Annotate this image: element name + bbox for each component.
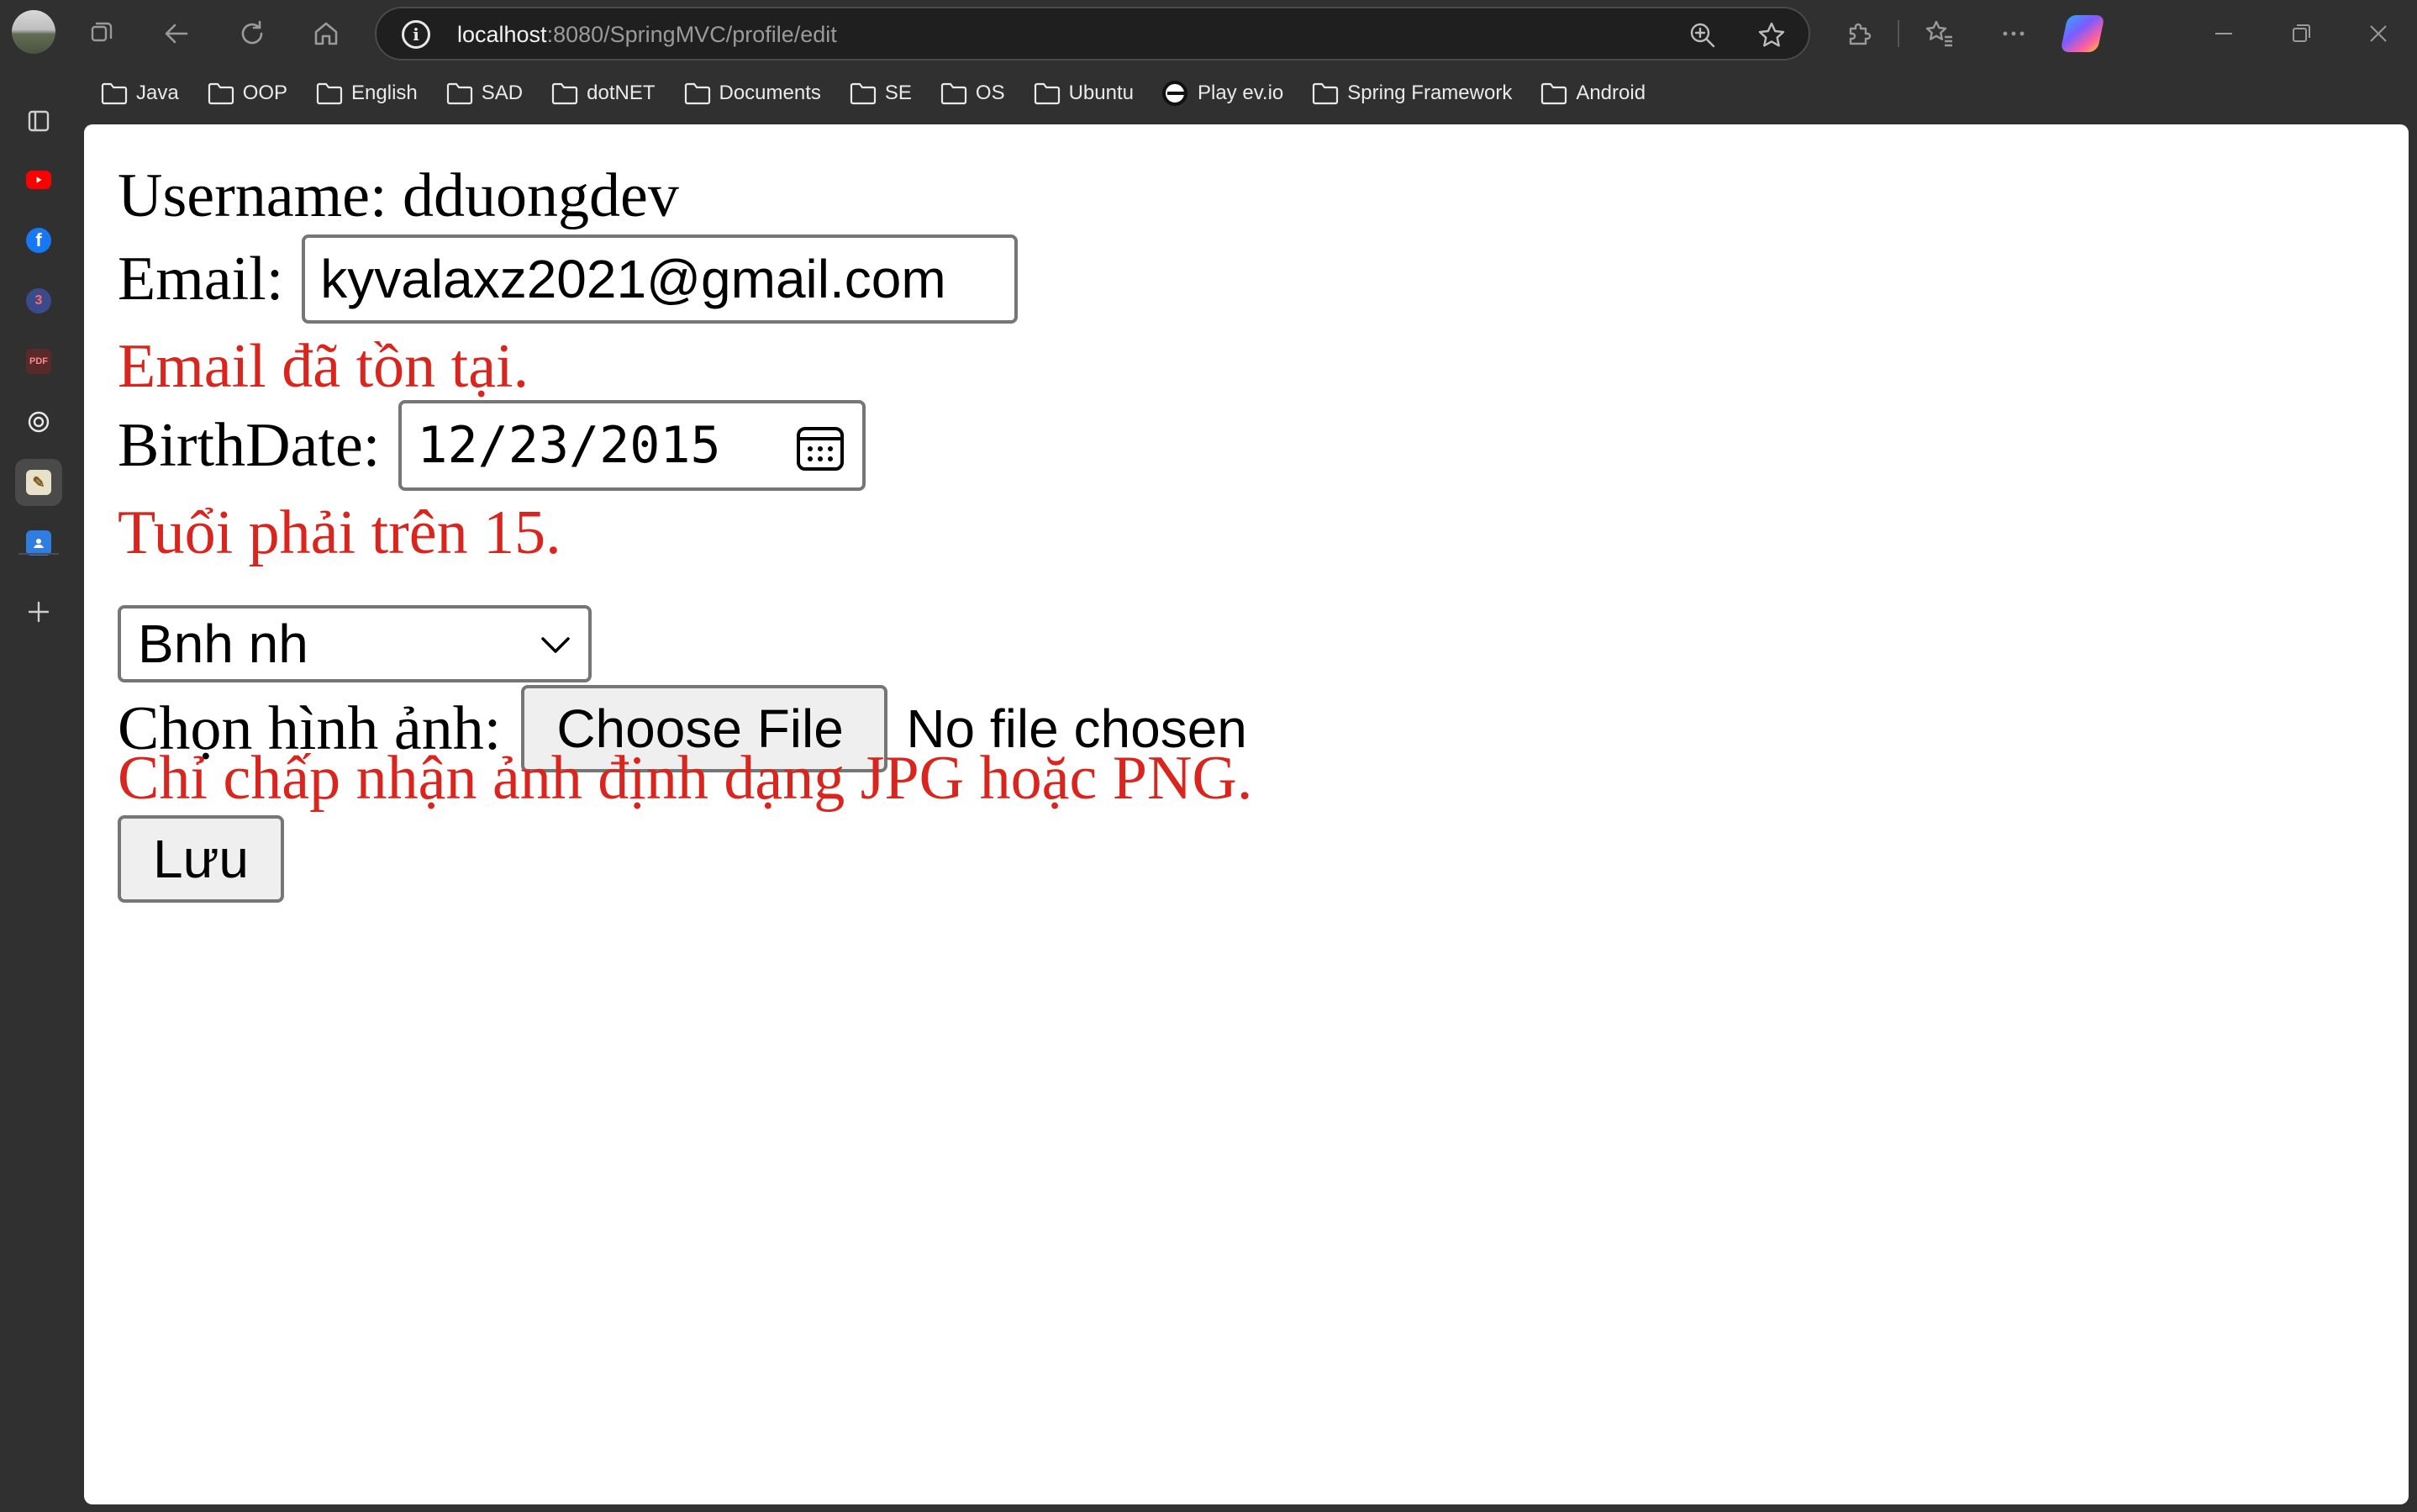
bookmark-folder-sad[interactable]: SAD [429,72,534,114]
workspaces-icon[interactable] [81,13,121,54]
contacts-icon[interactable] [15,519,62,566]
more-menu-icon[interactable] [1993,13,2034,54]
username-line: Username: dduongdev [118,158,679,234]
bookmark-label: Play ev.io [1197,82,1284,104]
bookmark-label: SAD [481,82,524,104]
facebook-icon[interactable]: f [15,217,62,264]
extensions-icon[interactable] [1839,13,1879,54]
email-field[interactable]: kyvalaxz2021@gmail.com [302,234,1019,324]
bookmark-label: OOP [242,82,288,104]
page-viewport: Username: dduongdev Email: kyvalaxz2021@… [84,124,2409,1504]
bookmark-folder-english[interactable]: English [299,72,429,114]
username-text: Username: dduongdev [118,161,679,230]
toolbar-divider [1898,20,1899,47]
save-label: Lưu [152,829,250,889]
bookmark-folder-dotnet[interactable]: dotNET [534,72,666,114]
bookmark-folder-documents[interactable]: Documents [667,72,833,114]
bookmark-label: OS [975,82,1005,104]
browser-sidebar: f 3 PDF ✎ [0,67,77,1512]
save-button[interactable]: Lưu [118,815,284,903]
copilot-icon[interactable] [2060,15,2105,52]
close-icon[interactable] [2358,13,2399,54]
gender-select[interactable]: Bnh nh [118,605,592,682]
folder-icon [850,82,876,105]
extension-app-icon[interactable]: 3 [15,277,62,324]
calendar-icon[interactable] [795,424,845,472]
site-info-icon[interactable]: i [402,20,430,49]
bookmark-label: Java [136,82,179,104]
folder-icon [552,82,578,105]
bookmarks-bar: Java OOP English SAD dotNET Documents SE… [84,72,1657,114]
sidebar-tabs-icon[interactable] [15,97,62,145]
zoom-icon[interactable] [1686,18,1719,52]
folder-icon [1034,82,1060,105]
birthdate-value: 12/23/2015 [417,416,721,475]
birthdate-field[interactable]: 12/23/2015 [398,400,866,491]
sidebar-divider [18,553,59,555]
address-bar[interactable]: i localhost:8080/SpringMVC/profile/edit [375,7,1810,61]
back-icon[interactable] [156,13,197,54]
email-value: kyvalaxz2021@gmail.com [320,249,946,309]
bookmark-label: English [351,82,418,104]
chevron-down-icon [541,637,570,653]
bookmark-label: SE [884,82,912,104]
bookmark-folder-ubuntu[interactable]: Ubuntu [1017,72,1145,114]
bookmark-label: Documents [719,82,821,104]
folder-icon [940,82,967,105]
pdf-app-icon[interactable]: PDF [15,338,62,385]
folder-icon [1313,82,1339,105]
evio-logo-icon [1161,81,1187,106]
birthdate-row: BirthDate: 12/23/2015 [118,400,866,491]
bookmark-label: Android [1576,82,1646,104]
bookmark-label: dotNET [587,82,656,104]
bookmark-folder-spring[interactable]: Spring Framework [1295,72,1524,114]
chatgpt-icon[interactable] [15,398,62,445]
favorite-star-icon[interactable] [1755,18,1788,52]
folder-icon [446,82,472,105]
bookmark-folder-os[interactable]: OS [924,72,1017,114]
email-error-text: Email đã tồn tại. [118,331,529,401]
folder-icon [1541,82,1567,105]
url-text[interactable]: localhost:8080/SpringMVC/profile/edit [457,22,837,48]
minimize-icon[interactable] [2204,13,2244,54]
browser-toolbar: i localhost:8080/SpringMVC/profile/edit [0,0,2417,67]
bookmark-folder-oop[interactable]: OOP [191,72,299,114]
refresh-icon[interactable] [232,13,272,54]
add-icon[interactable] [15,588,62,635]
email-error: Email đã tồn tại. [118,324,529,408]
bookmark-label: Spring Framework [1347,82,1513,104]
image-error: Chỉ chấp nhận ảnh định dạng JPG hoặc PNG… [118,736,1252,820]
email-row: Email: kyvalaxz2021@gmail.com [118,234,1019,324]
folder-icon [684,82,710,105]
bookmark-folder-se[interactable]: SE [833,72,924,114]
bookmark-folder-java[interactable]: Java [84,72,191,114]
birthdate-error: Tuổi phải trên 15. [118,489,561,577]
youtube-icon[interactable] [15,156,62,203]
select-value: Bnh nh [138,614,308,674]
restore-icon[interactable] [2281,13,2321,54]
folder-icon [208,82,234,105]
home-icon[interactable] [306,13,346,54]
birthdate-error-text: Tuổi phải trên 15. [118,498,561,567]
folder-icon [316,82,343,105]
birthdate-label: BirthDate: [118,410,381,480]
bookmark-folder-android[interactable]: Android [1524,72,1657,114]
profile-avatar[interactable] [12,10,55,54]
bookmark-play-evio[interactable]: Play ev.io [1145,72,1295,114]
email-label: Email: [118,244,284,313]
folder-icon [101,82,128,105]
drawing-app-icon[interactable]: ✎ [15,459,62,506]
bookmark-label: Ubuntu [1068,82,1134,104]
favorites-icon[interactable] [1919,13,1960,54]
image-error-text: Chỉ chấp nhận ảnh định dạng JPG hoặc PNG… [118,743,1253,813]
